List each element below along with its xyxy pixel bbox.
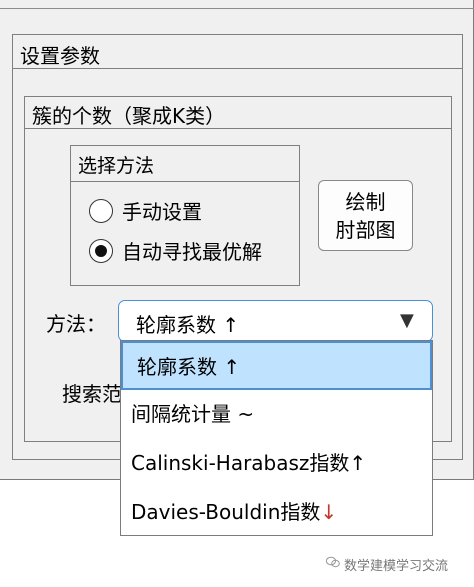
method-group-title: 选择方法	[78, 155, 155, 177]
draw-button-line1: 绘制	[345, 190, 386, 214]
method-dropdown-list: 轮廓系数 ↑ 间隔统计量 ~ Calinski-Harabasz指数↑ Davi…	[120, 340, 433, 536]
auto-optimal-label[interactable]: 自动寻找最优解	[122, 236, 262, 265]
top-divider	[0, 8, 474, 9]
wechat-icon	[326, 556, 340, 568]
manual-setting-radio[interactable]	[89, 199, 113, 223]
option-text: Calinski-Harabasz指数↑	[131, 451, 367, 475]
method-group-divider	[70, 181, 300, 182]
dropdown-option-davies-bouldin[interactable]: Davies-Bouldin指数↓	[121, 488, 432, 535]
draw-button-line2: 肘部图	[335, 218, 396, 242]
option-text: 间隔统计量 ~	[131, 402, 255, 426]
radio-selected-dot	[94, 244, 107, 257]
search-range-label: 搜索范	[62, 382, 122, 406]
cluster-count-title: 簇的个数（聚成K类）	[32, 104, 226, 128]
method-label: 方法：	[46, 312, 106, 336]
option-text: Davies-Bouldin指数	[131, 500, 321, 524]
auto-optimal-radio[interactable]	[89, 239, 113, 263]
manual-setting-label[interactable]: 手动设置	[122, 196, 202, 225]
settings-panel-title: 设置参数	[20, 44, 100, 68]
draw-elbow-plot-button[interactable]: 绘制 肘部图	[318, 180, 413, 251]
option-text: 轮廓系数 ↑	[137, 355, 241, 379]
chevron-down-icon[interactable]: ▼	[400, 310, 414, 331]
method-select-value[interactable]: 轮廓系数 ↑	[136, 309, 239, 338]
dropdown-option-gap-statistic[interactable]: 间隔统计量 ~	[121, 390, 432, 439]
watermark-text: 数学建模学习交流	[344, 559, 449, 574]
dropdown-option-silhouette[interactable]: 轮廓系数 ↑	[121, 341, 432, 390]
dropdown-option-calinski-harabasz[interactable]: Calinski-Harabasz指数↑	[121, 439, 432, 488]
down-arrow-icon: ↓	[320, 500, 338, 524]
